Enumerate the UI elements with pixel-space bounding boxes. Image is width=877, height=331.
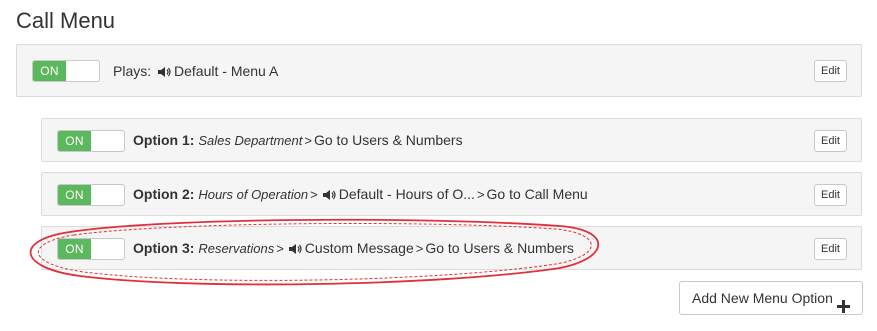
option-2-audio-name: Default - Hours of O... xyxy=(338,186,475,202)
option-3-name: Reservations xyxy=(198,241,275,256)
option-1-name: Sales Department xyxy=(198,133,303,148)
option-3-toggle[interactable]: ON xyxy=(57,238,125,260)
option-1-description: Option 1: Sales Department > Go to Users &… xyxy=(133,130,463,151)
toggle-on-label: ON xyxy=(58,239,91,259)
toggle-on-label: ON xyxy=(58,131,91,151)
option-3-action: Go to Users & Numbers xyxy=(425,240,574,256)
option-2-edit-button[interactable]: Edit xyxy=(814,184,847,206)
option-1-edit-button[interactable]: Edit xyxy=(814,130,847,152)
chevron-right-icon: > xyxy=(276,241,284,256)
main-menu-panel: ON Plays: Default - Menu A Edit xyxy=(16,44,862,97)
option-3-edit-button[interactable]: Edit xyxy=(814,238,847,260)
main-menu-toggle[interactable]: ON xyxy=(32,60,100,82)
toggle-on-label: ON xyxy=(33,61,66,81)
toggle-on-label: ON xyxy=(58,185,91,205)
chevron-right-icon: > xyxy=(476,187,485,202)
option-1-label: Option 1: xyxy=(133,132,195,148)
add-button-label: Add New Menu Option xyxy=(692,290,833,306)
option-3-label: Option 3: xyxy=(133,240,195,256)
option-2-toggle[interactable]: ON xyxy=(57,184,125,206)
option-3-panel: ON Option 3: Reservations > Custom Messag… xyxy=(41,226,862,270)
option-2-description: Option 2: Hours of Operation > Default - … xyxy=(133,184,588,206)
option-1-action: Go to Users & Numbers xyxy=(313,132,463,148)
chevron-right-icon: > xyxy=(415,241,424,256)
add-new-menu-option-button[interactable]: Add New Menu Option xyxy=(679,281,863,315)
page-title: Call Menu xyxy=(16,8,116,33)
speaker-icon xyxy=(157,63,171,83)
main-menu-description: Plays: Default - Menu A xyxy=(113,61,278,83)
option-2-panel: ON Option 2: Hours of Operation > Default… xyxy=(41,172,862,216)
plays-label: Plays: xyxy=(113,63,152,79)
option-3-audio-name: Custom Message xyxy=(304,240,414,256)
speaker-icon xyxy=(322,186,336,206)
option-1-panel: ON Option 1: Sales Department > Go to User… xyxy=(41,118,862,162)
option-2-name: Hours of Operation xyxy=(198,187,309,202)
main-menu-edit-button[interactable]: Edit xyxy=(814,60,847,82)
option-1-toggle[interactable]: ON xyxy=(57,130,125,152)
option-2-label: Option 2: xyxy=(133,186,195,202)
option-3-description: Option 3: Reservations > Custom Message > G… xyxy=(133,238,574,260)
chevron-right-icon: > xyxy=(310,187,318,202)
option-2-action: Go to Call Menu xyxy=(486,186,588,202)
plus-icon xyxy=(837,292,850,324)
speaker-icon xyxy=(288,240,302,260)
main-menu-audio-name[interactable]: Default - Menu A xyxy=(174,63,278,79)
chevron-right-icon: > xyxy=(304,133,312,148)
